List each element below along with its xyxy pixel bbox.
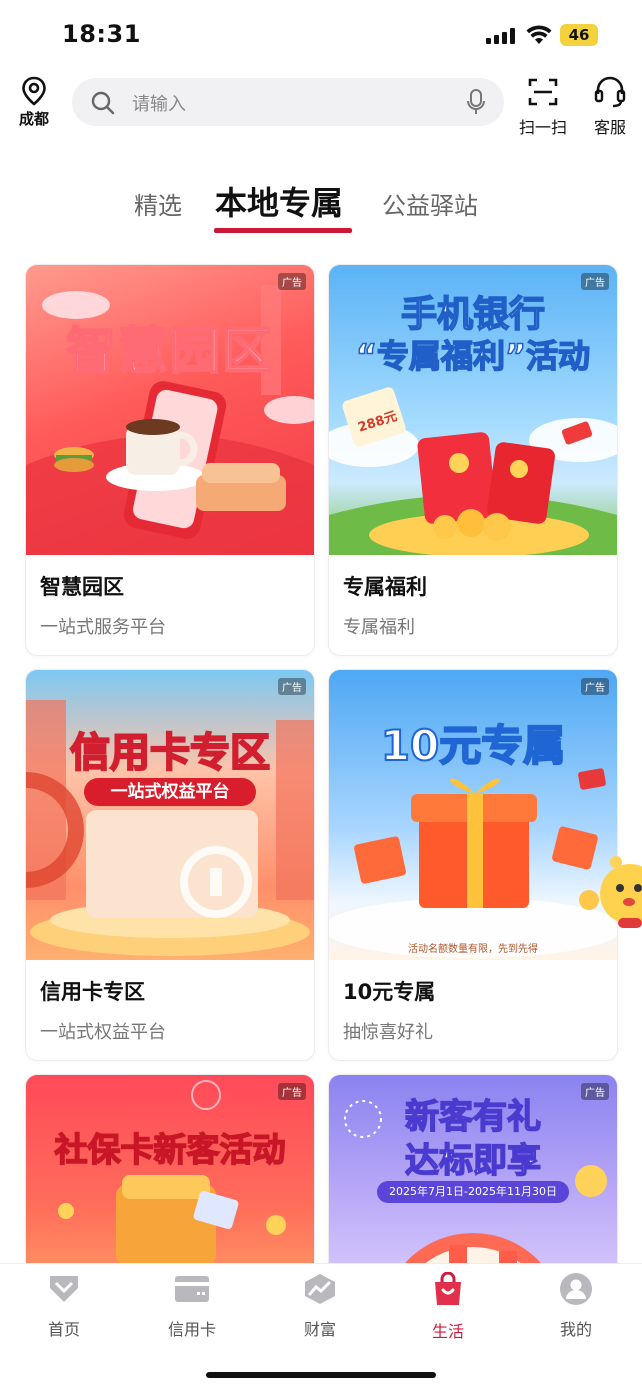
card-banner-image: 手机银行 “专属福利”活动 288元 广告 <box>329 265 617 555</box>
bottom-navigation: 首页 信用卡 财富 生活 我的 <box>0 1263 642 1390</box>
location-selector[interactable]: 成都 <box>12 76 56 129</box>
card-subtitle: 一站式服务平台 <box>40 617 166 638</box>
search-icon <box>91 91 115 115</box>
status-bar: 18:31 46 <box>0 0 642 70</box>
card-subtitle: 专属福利 <box>343 617 415 638</box>
card-title: 信用卡专区 <box>40 980 145 1004</box>
card-title: 10元专属 <box>343 980 436 1004</box>
search-placeholder: 请输入 <box>132 94 186 115</box>
category-tabs: 精选 本地专属 公益驿站 <box>0 176 642 236</box>
location-label: 成都 <box>18 110 49 128</box>
card-art-subtitle: “专属福利”活动 <box>355 336 591 376</box>
location-pin-icon <box>22 76 46 106</box>
card-title: 智慧园区 <box>40 575 124 599</box>
home-diamond-icon <box>50 1276 78 1302</box>
scan-icon <box>528 78 558 106</box>
card-art-title: 10元专属 <box>380 720 566 771</box>
profile-icon <box>560 1273 592 1305</box>
credit-card-icon <box>175 1276 209 1302</box>
microphone-icon[interactable] <box>466 88 486 116</box>
shopping-bag-icon <box>435 1271 461 1305</box>
card-credit-card-zone[interactable]: 信用卡专区 一站式权益平台 广告 信用卡专区 一站式权益平台 <box>25 669 315 1061</box>
credit-card-illustration <box>26 700 314 956</box>
card-art-subtitle: 2025年7月1日-2025年11月30日 <box>377 1181 569 1203</box>
nav-profile-label: 我的 <box>559 1320 592 1339</box>
ad-badge: 广告 <box>278 1083 306 1100</box>
card-art-title-2: 达标即享 <box>404 1140 542 1182</box>
mascot-float-icon[interactable] <box>598 848 642 932</box>
card-art-title: 社保卡新客活动 <box>54 1129 287 1170</box>
smart-park-illustration <box>26 285 314 555</box>
ad-badge: 广告 <box>581 678 609 695</box>
scan-button[interactable]: 扫一扫 <box>515 76 571 138</box>
ad-badge: 广告 <box>278 678 306 695</box>
tab-local-exclusive[interactable]: 本地专属 <box>215 178 343 224</box>
headset-icon <box>594 76 626 108</box>
card-banner-image: 智慧园区 广告 <box>26 265 314 555</box>
nav-life-label: 生活 <box>431 1322 464 1341</box>
ad-badge: 广告 <box>581 1083 609 1100</box>
nav-home[interactable]: 首页 <box>14 1272 114 1340</box>
battery-indicator: 46 <box>560 24 598 46</box>
nav-wealth-label: 财富 <box>303 1320 336 1339</box>
cellular-signal-icon <box>486 28 516 44</box>
customer-service-button[interactable]: 客服 <box>582 76 638 138</box>
service-label: 客服 <box>593 118 626 137</box>
active-tab-indicator <box>214 228 352 233</box>
nav-wealth[interactable]: 财富 <box>270 1272 370 1340</box>
card-title: 专属福利 <box>343 575 427 599</box>
ad-badge: 广告 <box>581 273 609 290</box>
nav-life[interactable]: 生活 <box>398 1271 498 1342</box>
card-art-title: 信用卡专区 <box>69 729 271 777</box>
card-ten-yuan-exclusive[interactable]: 10元专属 活动名额数量有限，先到先得 广告 10元专属 抽惊喜好礼 <box>328 669 618 1061</box>
nav-credit-card-label: 信用卡 <box>167 1320 216 1339</box>
card-art-subtitle: 一站式权益平台 <box>84 778 256 806</box>
nav-home-label: 首页 <box>47 1320 80 1339</box>
card-art-title: 智慧园区 <box>65 321 274 381</box>
status-time: 18:31 <box>62 20 141 48</box>
home-indicator[interactable] <box>206 1372 436 1378</box>
card-smart-park[interactable]: 智慧园区 广告 智慧园区 一站式服务平台 <box>25 264 315 656</box>
card-art-note: 活动名额数量有限，先到先得 <box>408 944 538 955</box>
search-bar[interactable]: 请输入 <box>72 78 504 126</box>
scan-label: 扫一扫 <box>518 118 567 137</box>
card-art-title: 手机银行 <box>400 293 546 336</box>
wifi-icon <box>526 25 552 44</box>
tab-charity-station[interactable]: 公益驿站 <box>382 186 478 221</box>
tab-featured[interactable]: 精选 <box>134 186 182 221</box>
card-exclusive-benefits[interactable]: 手机银行 “专属福利”活动 288元 广告 专属福利 专属福利 <box>328 264 618 656</box>
card-subtitle: 抽惊喜好礼 <box>343 1022 433 1043</box>
top-bar: 成都 请输入 扫一扫 客服 <box>0 72 642 142</box>
card-art-title: 新客有礼 <box>404 1096 542 1138</box>
card-banner-image: 10元专属 活动名额数量有限，先到先得 广告 <box>329 670 617 960</box>
card-subtitle: 一站式权益平台 <box>40 1022 166 1043</box>
wealth-chart-icon <box>305 1274 335 1304</box>
ad-badge: 广告 <box>278 273 306 290</box>
nav-profile[interactable]: 我的 <box>526 1272 626 1340</box>
nav-credit-card[interactable]: 信用卡 <box>142 1272 242 1340</box>
card-banner-image: 信用卡专区 一站式权益平台 广告 <box>26 670 314 960</box>
